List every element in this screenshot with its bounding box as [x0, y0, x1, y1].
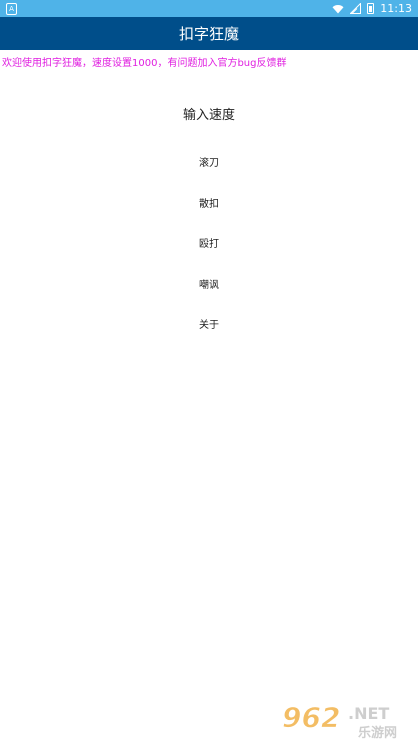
menu-item-about[interactable]: 关于: [0, 316, 418, 331]
speed-input[interactable]: 输入速度: [0, 104, 418, 123]
battery-icon: [367, 3, 375, 14]
signal-icon: [350, 3, 362, 14]
status-time: 11:13: [380, 2, 412, 15]
menu-item-roll-knife[interactable]: 滚刀: [0, 154, 418, 169]
watermark-logo: 962: [282, 701, 340, 734]
app-title: 扣字狂魔: [178, 25, 239, 43]
notification-a-icon: A: [6, 3, 17, 15]
status-bar: A 11:13: [0, 0, 418, 17]
watermark-site-name: 乐游网: [358, 725, 397, 741]
watermark-tld: .NET: [348, 704, 389, 723]
menu-item-beat[interactable]: 殴打: [0, 235, 418, 250]
menu-item-taunt[interactable]: 嘲讽: [0, 276, 418, 291]
menu-item-scatter[interactable]: 散扣: [0, 195, 418, 210]
status-indicators: 11:13: [332, 1, 412, 16]
welcome-message: 欢迎使用扣字狂魔，速度设置1000，有问题加入官方bug反馈群: [2, 58, 287, 69]
app-bar: 扣字狂魔: [0, 17, 418, 50]
wifi-icon: [332, 4, 344, 13]
site-watermark: 962 .NET 乐游网: [282, 701, 397, 741]
